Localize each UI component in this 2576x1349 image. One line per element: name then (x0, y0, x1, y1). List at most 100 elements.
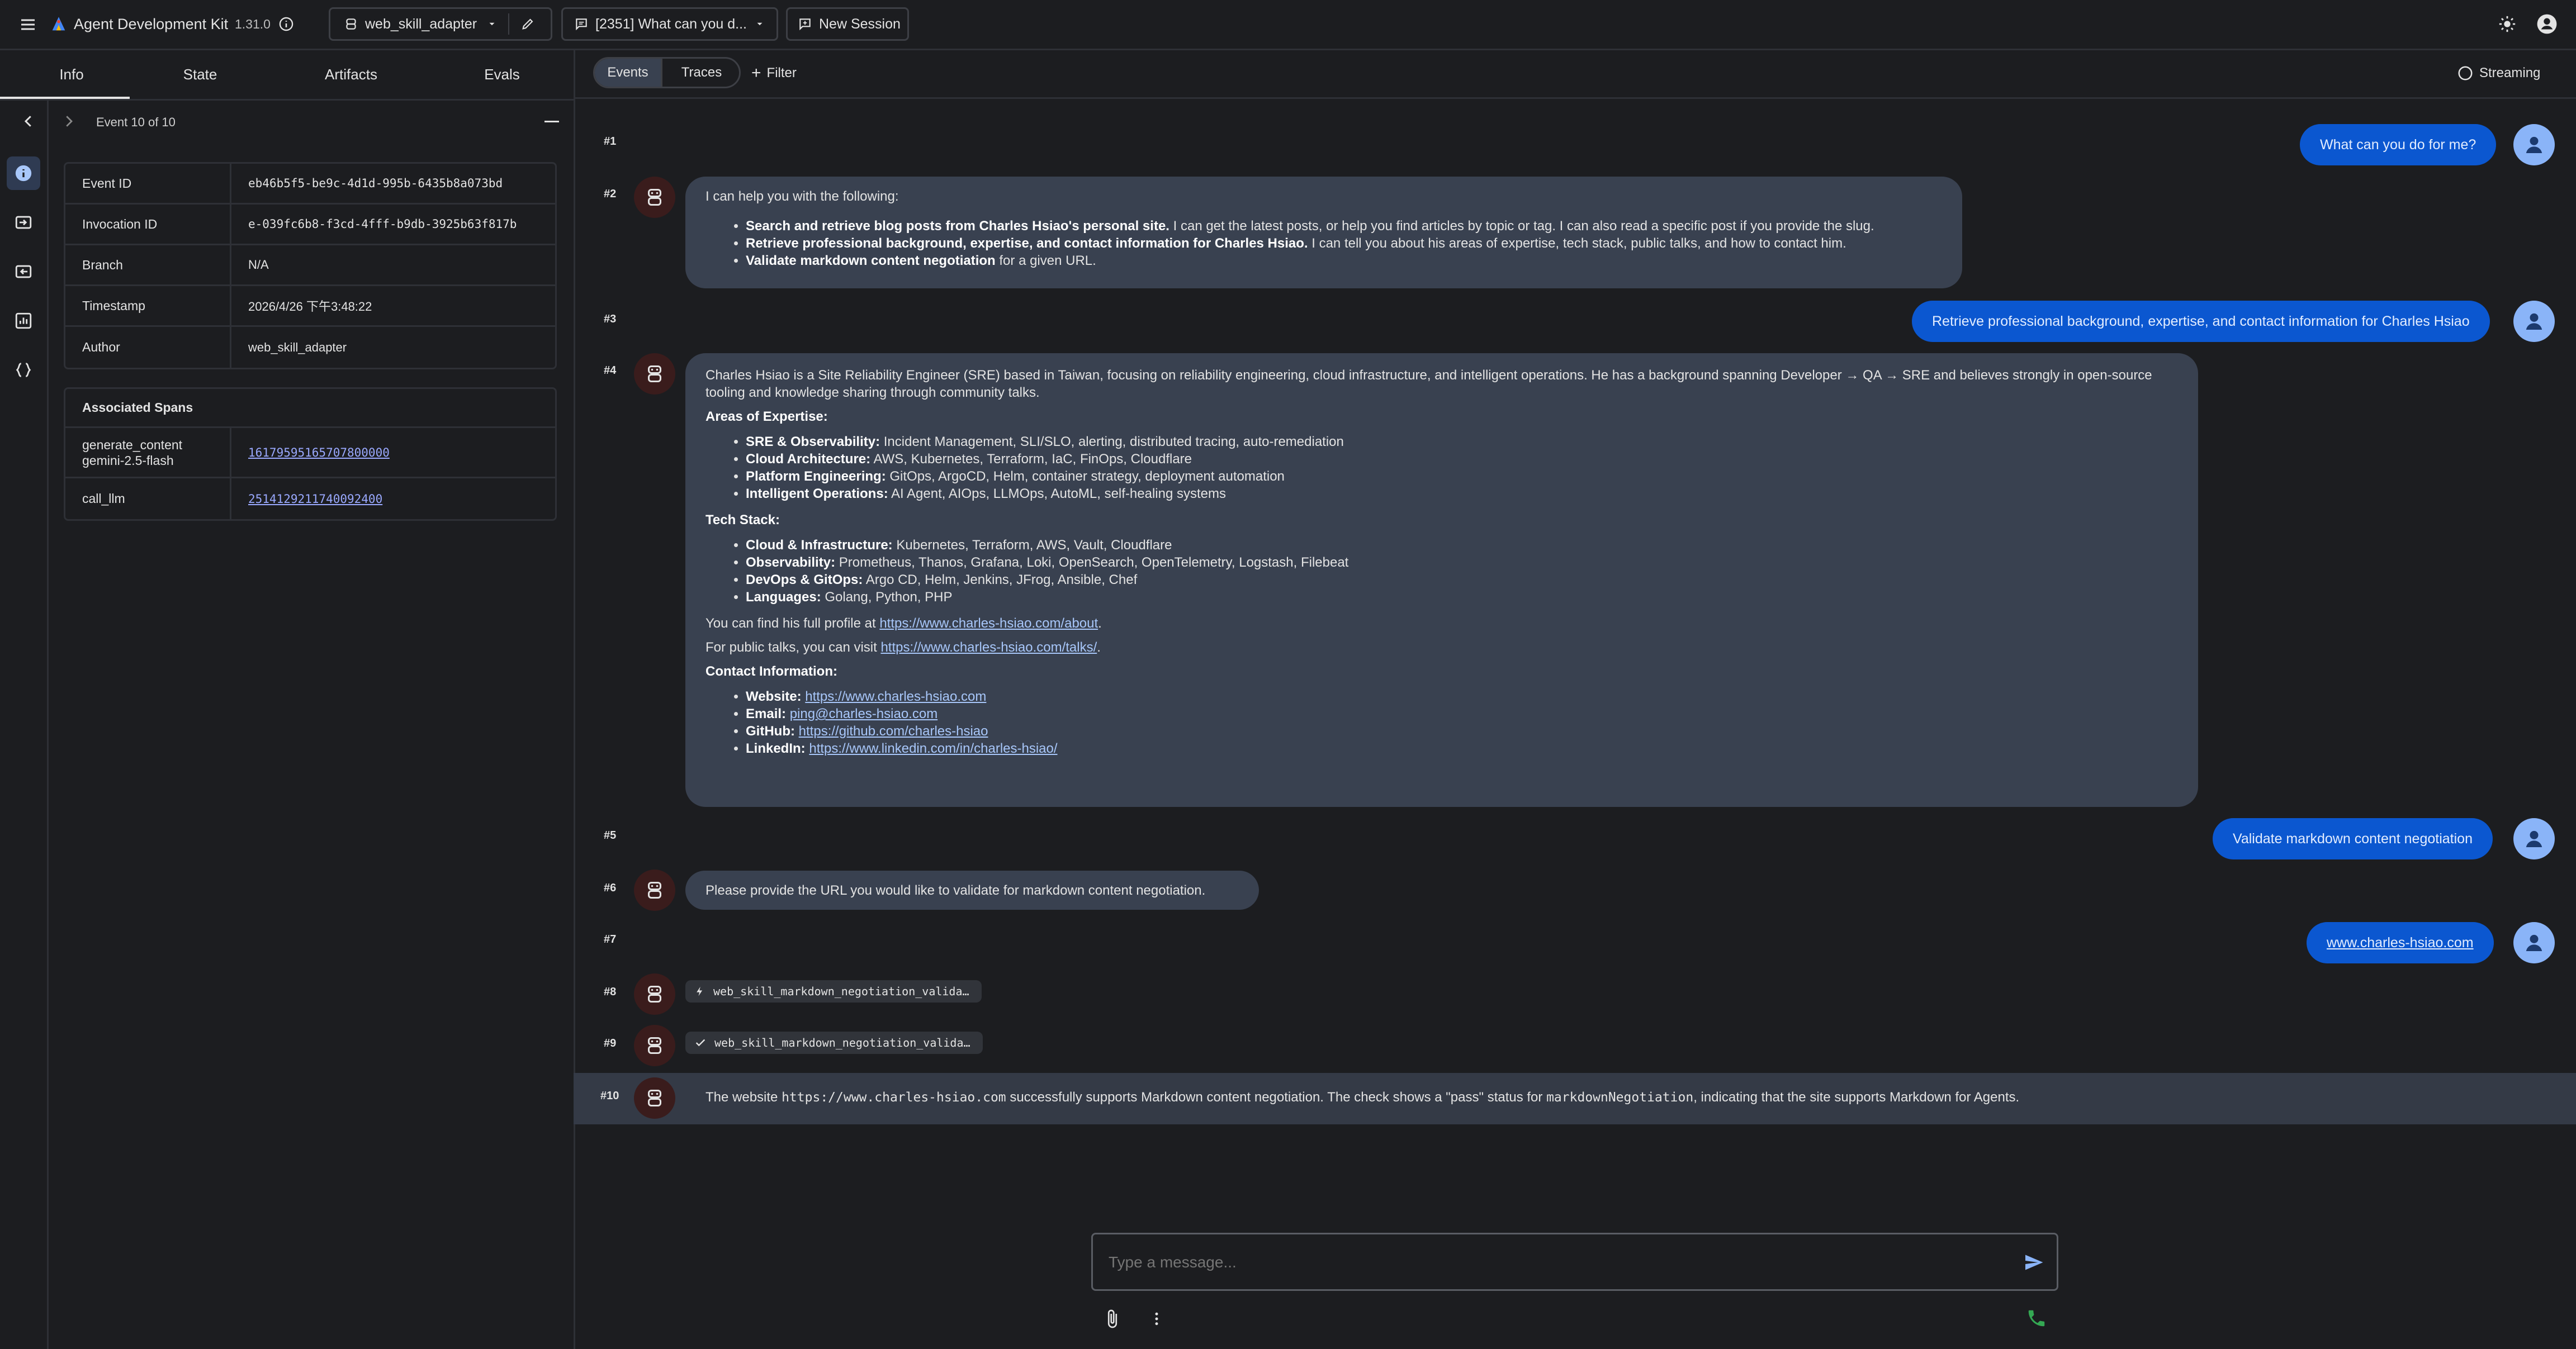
spans-title: Associated Spans (82, 400, 193, 415)
tab-evals[interactable]: Evals (430, 50, 574, 99)
more-vert-icon[interactable] (1148, 1308, 1165, 1330)
table-row: Author web_skill_adapter (65, 327, 555, 368)
robot-icon (648, 189, 661, 206)
filter-button[interactable]: + Filter (751, 64, 797, 83)
add-chat-icon (798, 17, 812, 31)
user-message[interactable]: What can you do for me? (2300, 124, 2497, 165)
new-session-button[interactable]: New Session (786, 7, 909, 41)
person-icon (2526, 830, 2542, 847)
tab-artifacts[interactable]: Artifacts (280, 50, 423, 99)
function-response-chip[interactable]: web_skill_markdown_negotiation_valida… (685, 1032, 983, 1054)
detail-key: Event ID (82, 175, 132, 191)
detail-key: Timestamp (82, 298, 145, 313)
graph-icon[interactable] (7, 304, 40, 338)
section-heading: Tech Stack: (705, 512, 780, 528)
user-avatar (2513, 301, 2555, 342)
linkedin-link[interactable]: https://www.linkedin.com/in/charles-hsia… (809, 741, 1057, 756)
tab-state[interactable]: State (129, 50, 272, 99)
list-item: Retrieve professional background, expert… (746, 235, 1942, 252)
theme-toggle-icon[interactable] (2498, 15, 2517, 34)
chevron-right-icon[interactable] (60, 113, 77, 130)
event-details-table: Event ID eb46b5f5-be9c-4d1d-995b-6435b8a0… (64, 162, 557, 369)
agent-message: The website https://www.charles-hsiao.co… (705, 1090, 2020, 1105)
span-key: call_llm (82, 491, 125, 506)
function-call-chip[interactable]: web_skill_markdown_negotiation_valida… (685, 980, 982, 1003)
chevron-down-icon (755, 19, 765, 29)
event-nav-label: Event 10 of 10 (96, 115, 176, 129)
request-icon[interactable] (7, 206, 40, 239)
message-input[interactable] (1107, 1246, 1982, 1279)
collapse-button[interactable] (544, 121, 559, 122)
user-message[interactable]: www.charles-hsiao.com (2307, 922, 2494, 963)
list-item: Observability: Prometheus, Thanos, Grafa… (746, 554, 2178, 571)
attach-icon[interactable] (1102, 1308, 1123, 1330)
response-icon[interactable] (7, 255, 40, 288)
list-item: Website: https://www.charles-hsiao.com (746, 688, 2178, 705)
span-link[interactable]: 2514129211740092400 (230, 478, 558, 519)
event-info-icon[interactable] (7, 156, 40, 190)
traces-toggle-button[interactable]: Traces (662, 59, 739, 87)
tab-info[interactable]: Info (0, 50, 143, 99)
view-toggle: Events Traces (593, 57, 741, 88)
agent-avatar (634, 177, 675, 218)
website-link[interactable]: https://www.charles-hsiao.com (805, 689, 986, 704)
message-input-box[interactable] (1091, 1233, 2058, 1291)
chevron-left-icon[interactable] (20, 113, 37, 130)
account-icon[interactable] (2536, 13, 2558, 35)
associated-spans-table: Associated Spans generate_content gemini-… (64, 387, 557, 521)
detail-key: Author (82, 340, 120, 354)
menu-icon[interactable] (19, 16, 37, 34)
top-bar: Agent Development Kit 1.31.0 web_skill_a… (0, 0, 2576, 50)
tech-stack-list: Cloud & Infrastructure: Kubernetes, Terr… (705, 536, 2178, 606)
agent-message: Charles Hsiao is a Site Reliability Engi… (685, 353, 2198, 807)
span-name: generate_content (82, 437, 183, 452)
phone-icon[interactable] (2026, 1308, 2047, 1329)
detail-value: 2026/4/26 下午3:48:22 (230, 286, 558, 325)
url-link[interactable]: www.charles-hsiao.com (2327, 935, 2474, 951)
github-link[interactable]: https://github.com/charles-hsiao (799, 724, 988, 739)
user-message[interactable]: Validate markdown content negotiation (2213, 818, 2493, 859)
session-selector[interactable]: [2351] What can you d... (561, 7, 778, 41)
capability-list: Search and retrieve blog posts from Char… (705, 217, 1942, 269)
profile-link[interactable]: https://www.charles-hsiao.com/about (879, 616, 1098, 631)
agent-selector[interactable]: web_skill_adapter (329, 7, 552, 41)
person-icon (2526, 136, 2542, 153)
message-text: Charles Hsiao is a Site Reliability Engi… (705, 368, 2152, 400)
user-avatar (2513, 124, 2555, 165)
agent-avatar (634, 353, 675, 395)
agent-name: web_skill_adapter (365, 16, 477, 32)
edit-icon[interactable] (520, 16, 536, 31)
list-item: Email: ping@charles-hsiao.com (746, 705, 2178, 723)
chevron-down-icon (487, 19, 497, 29)
list-item: Platform Engineering: GitOps, ArgoCD, He… (746, 468, 2178, 485)
agent-avatar (634, 973, 675, 1015)
detail-value: eb46b5f5-be9c-4d1d-995b-6435b8a073bd (230, 164, 558, 203)
app-version: 1.31.0 (235, 17, 271, 31)
talks-link[interactable]: https://www.charles-hsiao.com/talks/ (880, 640, 1097, 655)
filter-label: Filter (766, 65, 797, 80)
app-title: Agent Development Kit (74, 16, 229, 32)
inline-code: markdownNegotiation (1546, 1090, 1694, 1105)
event-number: #4 (604, 364, 617, 377)
radio-unchecked-icon (2457, 65, 2474, 82)
events-toggle-button[interactable]: Events (595, 59, 661, 87)
user-message[interactable]: Retrieve professional background, expert… (1912, 301, 2490, 342)
chat-icon (574, 17, 589, 31)
streaming-toggle[interactable]: Streaming (2457, 65, 2540, 82)
list-item: Cloud Architecture: AWS, Kubernetes, Ter… (746, 450, 2178, 468)
events-toolbar: Events Traces + Filter Streaming (575, 50, 2576, 99)
detail-key: Branch (82, 257, 123, 272)
streaming-label: Streaming (2479, 65, 2541, 80)
code-braces-icon[interactable] (7, 353, 40, 387)
email-link[interactable]: ping@charles-hsiao.com (790, 706, 937, 721)
info-icon[interactable] (278, 16, 294, 32)
list-item: Validate markdown content negotiation fo… (746, 252, 1942, 269)
robot-icon (648, 986, 661, 1003)
span-link[interactable]: 16179595165707800000 (230, 428, 558, 477)
expertise-list: SRE & Observability: Incident Management… (705, 433, 2178, 502)
event-number: #3 (604, 313, 617, 325)
section-heading: Contact Information: (705, 664, 837, 679)
send-icon[interactable] (2023, 1252, 2044, 1272)
agent-icon (344, 17, 358, 31)
check-icon (694, 1037, 707, 1049)
